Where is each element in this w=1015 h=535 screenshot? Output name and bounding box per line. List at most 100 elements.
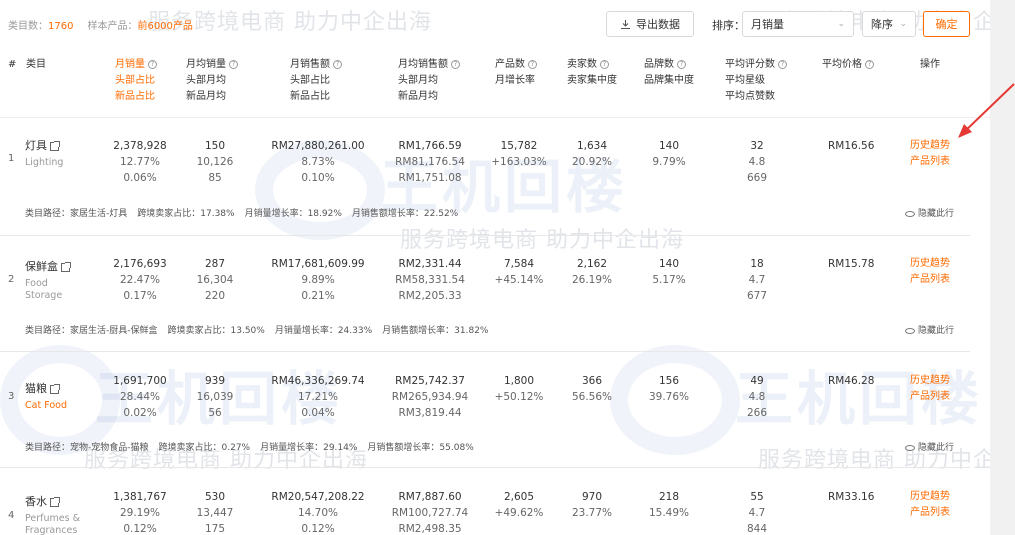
- avg-sales-cell: 150 10,126 85: [196, 140, 234, 184]
- monthly-sales-cell: 2,176,693 22.47% 0.17%: [113, 258, 167, 302]
- chevron-down-icon: ⌄: [899, 19, 907, 29]
- header-product-count[interactable]: 产品数? 月增长率: [495, 57, 537, 89]
- history-trend-link[interactable]: 历史趋势: [910, 138, 950, 154]
- external-link-icon[interactable]: [50, 140, 60, 151]
- category-name-link[interactable]: 保鲜盒: [25, 260, 58, 273]
- history-trend-link[interactable]: 历史趋势: [910, 489, 950, 505]
- category-english-name: Perfumes & Fragrances: [25, 513, 80, 535]
- header-seller-count[interactable]: 卖家数? 卖家集中度: [567, 57, 617, 89]
- download-icon: [621, 19, 630, 29]
- question-circle-icon: ?: [229, 59, 238, 69]
- row-divider: [0, 467, 970, 468]
- eye-icon: [905, 327, 915, 334]
- category-count: 类目数：1760 样本产品：前6000产品: [8, 17, 193, 32]
- avg-price-cell: RM16.56: [828, 140, 875, 152]
- product-list-link[interactable]: 产品列表: [910, 389, 950, 405]
- category-english-name: Food Storage: [25, 278, 63, 301]
- sort-field-select[interactable]: 月销量 ⌄: [742, 11, 854, 37]
- product-list-link[interactable]: 产品列表: [910, 505, 950, 521]
- sample-value: 前6000产品: [137, 21, 193, 32]
- actions-cell: 历史趋势 产品列表: [910, 489, 950, 521]
- category-name-link[interactable]: 香水: [25, 495, 47, 508]
- avg-revenue-cell: RM7,887.60 RM100,727.74 RM2,498.35: [391, 491, 469, 535]
- history-trend-link[interactable]: 历史趋势: [910, 256, 950, 272]
- external-link-icon[interactable]: [50, 496, 60, 507]
- watermark-slogan: 服务跨境电商 助力中企出海: [400, 228, 684, 253]
- question-circle-icon: ?: [865, 59, 874, 69]
- actions-cell: 历史趋势 产品列表: [910, 138, 950, 170]
- header-category: 类目: [26, 59, 46, 70]
- sort-order-select[interactable]: 降序 ⌄: [862, 11, 916, 37]
- question-circle-icon: ?: [778, 59, 787, 69]
- avg-price-cell: RM33.16: [828, 491, 875, 503]
- hide-row-button[interactable]: 隐藏此行: [905, 206, 954, 219]
- category-cell: 灯具 Lighting: [25, 138, 85, 169]
- question-circle-icon: ?: [528, 59, 537, 69]
- product-count-cell: 1,800 +50.12%: [494, 375, 544, 403]
- avg-revenue-cell: RM2,331.44 RM58,331.54 RM2,205.33: [395, 258, 465, 302]
- category-count-value: 1760: [48, 21, 74, 32]
- sort-field-value: 月销量: [751, 18, 784, 31]
- seller-count-cell: 970 23.77%: [571, 491, 613, 519]
- product-count-cell: 7,584 +45.14%: [494, 258, 544, 286]
- history-trend-link[interactable]: 历史趋势: [910, 373, 950, 389]
- seller-count-cell: 366 56.56%: [571, 375, 613, 403]
- rating-cell: 32 4.8 669: [746, 140, 768, 184]
- product-list-link[interactable]: 产品列表: [910, 272, 950, 288]
- monthly-revenue-cell: RM46,336,269.74 17.21% 0.04%: [271, 375, 365, 419]
- category-english-name: Cat Food: [25, 400, 67, 411]
- header-rating[interactable]: 平均评分数? 平均星级 平均点赞数: [725, 57, 787, 105]
- rating-cell: 18 4.7 677: [746, 258, 768, 302]
- header-monthly-revenue[interactable]: 月销售额? 头部占比 新品占比: [290, 57, 342, 105]
- product-list-link[interactable]: 产品列表: [910, 154, 950, 170]
- chevron-down-icon: ⌄: [837, 19, 845, 29]
- seller-count-cell: 1,634 20.92%: [571, 140, 613, 168]
- row-index: 2: [8, 274, 15, 285]
- brand-count-cell: 156 39.76%: [648, 375, 690, 403]
- header-actions: 操作: [920, 59, 940, 70]
- eye-icon: [905, 210, 915, 217]
- header-avg-price[interactable]: 平均价格?: [822, 57, 874, 73]
- header-divider: [0, 117, 990, 118]
- watermark-slogan: 服务跨境电商 助力中企出海: [758, 448, 1015, 473]
- row-meta: 类目路径：家居生活-灯具 跨境卖家占比：17.38% 月销量增长率：18.92% 月销…: [25, 209, 459, 219]
- category-cell: 保鲜盒 Food Storage: [25, 259, 83, 302]
- monthly-sales-cell: 2,378,928 12.77% 0.06%: [113, 140, 167, 184]
- hide-row-button[interactable]: 隐藏此行: [905, 323, 954, 336]
- export-data-label: 导出数据: [636, 18, 680, 31]
- actions-cell: 历史趋势 产品列表: [910, 373, 950, 405]
- sample-label: 样本产品：: [87, 21, 138, 32]
- product-count-cell: 2,605 +49.62%: [494, 491, 544, 519]
- header-brand-count[interactable]: 品牌数? 品牌集中度: [644, 57, 694, 89]
- header-avg-sales[interactable]: 月均销量? 头部月均 新品月均: [186, 57, 238, 105]
- avg-revenue-cell: RM1,766.59 RM81,176.54 RM1,751.08: [395, 140, 465, 184]
- monthly-sales-cell: 1,691,700 28.44% 0.02%: [113, 375, 167, 419]
- confirm-button[interactable]: 确定: [923, 11, 970, 37]
- category-cell: 香水 Perfumes & Fragrances: [25, 494, 83, 535]
- brand-count-cell: 140 5.17%: [652, 258, 686, 286]
- category-name-link[interactable]: 猫粮: [25, 382, 47, 395]
- export-data-button[interactable]: 导出数据: [606, 11, 694, 37]
- external-link-icon[interactable]: [61, 261, 71, 272]
- rating-cell: 49 4.8 266: [746, 375, 768, 419]
- monthly-revenue-cell: RM20,547,208.22 14.70% 0.12%: [271, 491, 365, 535]
- monthly-sales-cell: 1,381,767 29.19% 0.12%: [113, 491, 167, 535]
- row-divider: [0, 351, 970, 352]
- row-meta: 类目路径：宠物-宠物食品-猫粮 跨境卖家占比：0.27% 月销量增长率：29.14%…: [25, 443, 474, 453]
- hide-row-button[interactable]: 隐藏此行: [905, 440, 954, 453]
- avg-sales-cell: 530 13,447 175: [196, 491, 234, 535]
- eye-icon: [905, 444, 915, 451]
- header-index: #: [8, 59, 17, 70]
- row-index: 1: [8, 153, 15, 164]
- avg-price-cell: RM15.78: [828, 258, 875, 270]
- header-avg-revenue[interactable]: 月均销售额? 头部月均 新品月均: [398, 57, 460, 105]
- category-count-label: 类目数：: [8, 21, 48, 32]
- external-link-icon[interactable]: [50, 383, 60, 394]
- rating-cell: 55 4.7 844: [746, 491, 768, 535]
- sort-order-value: 降序: [871, 18, 893, 31]
- category-name-link[interactable]: 灯具: [25, 139, 47, 152]
- scrollbar[interactable]: [990, 0, 1015, 535]
- row-index: 3: [8, 391, 15, 402]
- header-monthly-sales[interactable]: 月销量? 头部占比 新品占比: [115, 57, 157, 105]
- seller-count-cell: 2,162 26.19%: [571, 258, 613, 286]
